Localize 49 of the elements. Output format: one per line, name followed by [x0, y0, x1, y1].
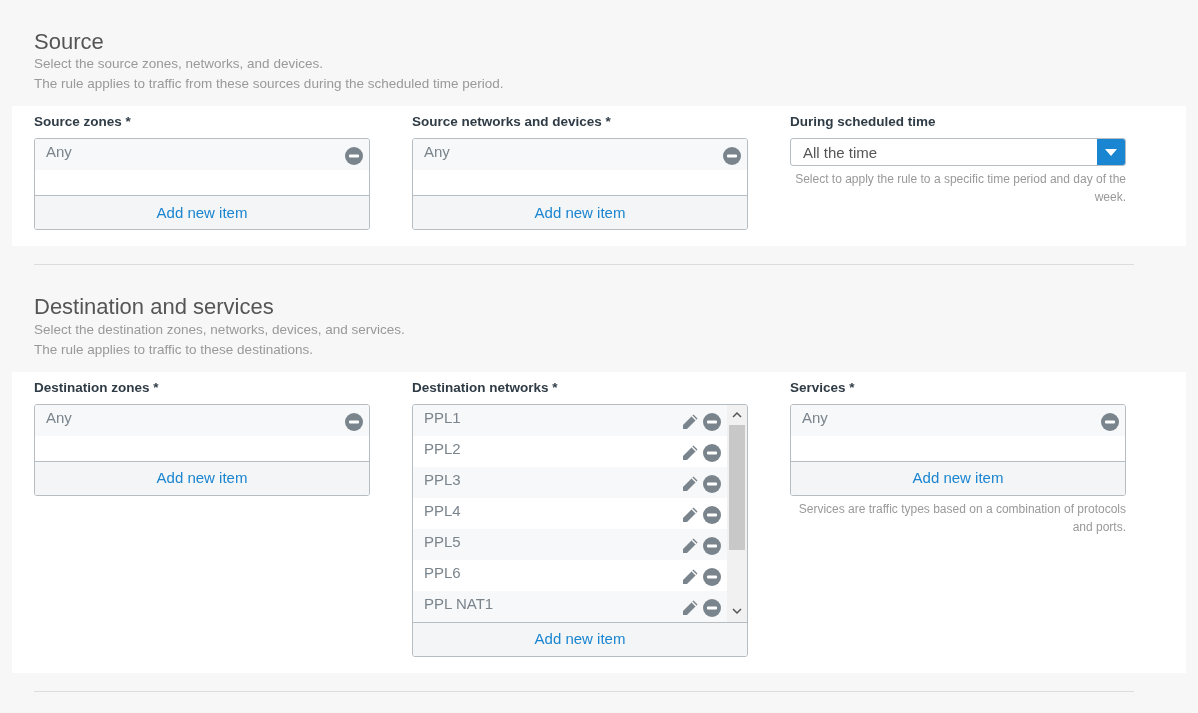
pencil-icon[interactable] — [681, 443, 699, 462]
field-label: Destination zones * — [34, 378, 160, 397]
remove-icon[interactable] — [703, 536, 721, 555]
section-description: Select the destination zones, networks, devices, and services. — [34, 320, 406, 339]
pencil-icon[interactable] — [681, 536, 699, 555]
add-item-button[interactable]: Add new item — [35, 195, 369, 230]
remove-icon[interactable] — [345, 147, 363, 166]
scrollbar[interactable] — [727, 404, 747, 622]
section-description: The rule applies to traffic from these sources during the scheduled time period. — [34, 75, 505, 94]
field-label: During scheduled time — [790, 113, 937, 132]
remove-icon[interactable] — [1101, 412, 1119, 431]
remove-icon[interactable] — [703, 443, 721, 462]
pencil-icon[interactable] — [681, 505, 699, 524]
remove-icon[interactable] — [703, 474, 721, 493]
add-item-button[interactable]: Add new item — [413, 195, 747, 230]
pencil-icon[interactable] — [681, 598, 699, 617]
pencil-icon[interactable] — [681, 412, 699, 431]
field-label: Services * — [790, 378, 856, 397]
add-item-button[interactable]: Add new item — [35, 460, 369, 495]
field-label: Source zones * — [34, 113, 132, 132]
pencil-icon[interactable] — [681, 474, 699, 493]
help-text: Select to apply the rule to a specific time period and day of the week. — [794, 171, 1126, 207]
dropdown-button[interactable] — [1097, 139, 1125, 166]
pencil-icon[interactable] — [681, 567, 699, 586]
add-item-button[interactable]: Add new item — [413, 621, 747, 656]
list-item[interactable]: Any — [35, 139, 369, 171]
help-text: Services are traffic types based on a combination of protocols and ports. — [797, 500, 1126, 536]
caret-icon — [1105, 148, 1117, 156]
remove-icon[interactable] — [703, 598, 721, 617]
section-description: The rule applies to traffic to these destinations. — [34, 340, 314, 359]
remove-icon[interactable] — [345, 412, 363, 431]
list-item[interactable]: PPL3 — [413, 466, 727, 498]
remove-icon[interactable] — [723, 147, 741, 166]
list-item[interactable]: PPL NAT1 — [413, 590, 727, 622]
field-label: Source networks and devices * — [412, 113, 612, 132]
list-item[interactable]: PPL5 — [413, 528, 727, 560]
section-title: Destination and services — [34, 295, 275, 320]
remove-icon[interactable] — [703, 505, 721, 524]
section-title: Source — [34, 30, 105, 55]
remove-icon[interactable] — [703, 567, 721, 586]
list-item[interactable]: Any — [35, 404, 369, 436]
add-item-button[interactable]: Add new item — [791, 460, 1125, 495]
section-description: Select the source zones, networks, and devices. — [34, 55, 324, 74]
list-item[interactable]: Any — [413, 139, 747, 171]
list-item[interactable]: PPL1 — [413, 404, 727, 436]
field-label: Destination networks * — [412, 378, 559, 397]
schedule-dropdown[interactable]: All the time — [790, 138, 1126, 167]
list-item[interactable]: Any — [791, 404, 1125, 436]
remove-icon[interactable] — [703, 412, 721, 431]
